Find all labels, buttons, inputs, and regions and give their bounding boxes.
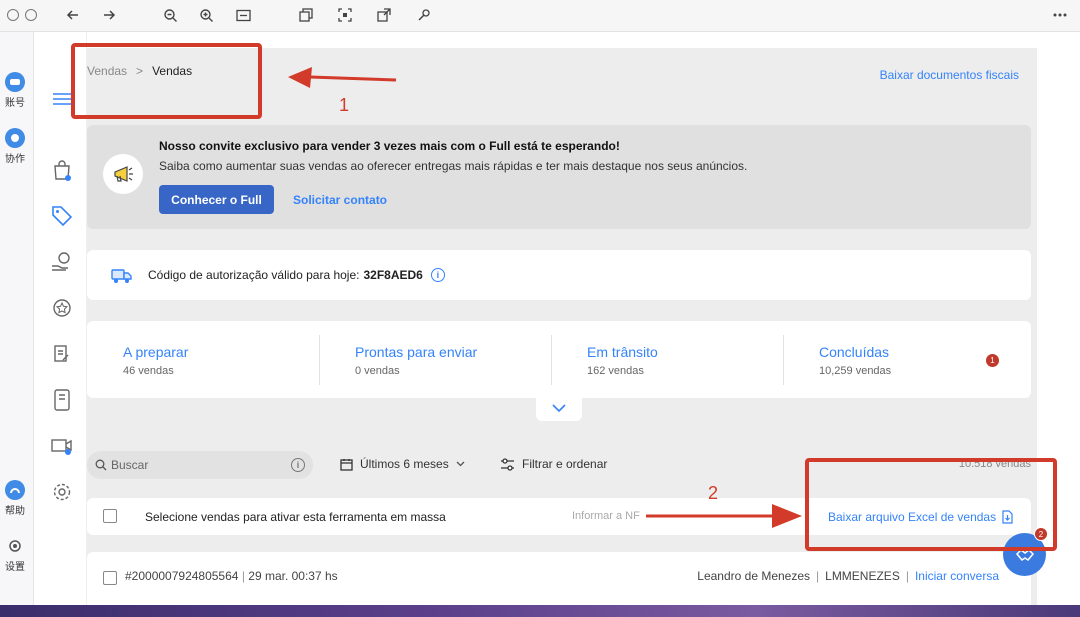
desktop-background-strip bbox=[0, 605, 1080, 617]
period-label: Últimos 6 meses bbox=[360, 457, 449, 471]
start-conversation-link[interactable]: Iniciar conversa bbox=[915, 569, 999, 583]
calendar-icon bbox=[340, 458, 353, 471]
separator: | bbox=[905, 569, 909, 583]
filter-label: Filtrar e ordenar bbox=[522, 457, 608, 471]
scan-icon[interactable] bbox=[335, 4, 355, 26]
select-all-checkbox[interactable] bbox=[103, 509, 117, 523]
order-date: 29 mar. 00:37 hs bbox=[248, 569, 338, 583]
stat-concluidas[interactable]: Concluídas 10,259 vendas 1 bbox=[783, 321, 1015, 398]
order-id: #2000007924805564 bbox=[125, 569, 239, 583]
order-checkbox[interactable] bbox=[103, 571, 117, 585]
document-edit-icon[interactable] bbox=[51, 343, 73, 365]
download-fiscal-docs-link[interactable]: Baixar documentos fiscais bbox=[880, 68, 1019, 82]
receipt-icon[interactable] bbox=[51, 389, 73, 411]
buyer-nickname: LMMENEZES bbox=[825, 569, 900, 583]
sidebar-item-label: 协作 bbox=[5, 154, 25, 165]
window-minimize-dot[interactable] bbox=[25, 9, 37, 21]
annotation-arrow-1 bbox=[288, 67, 397, 88]
collaboration-icon bbox=[5, 128, 25, 148]
order-row[interactable]: #2000007924805564 | 29 mar. 00:37 hs Lea… bbox=[87, 552, 1031, 605]
solicitar-contato-link[interactable]: Solicitar contato bbox=[293, 193, 387, 207]
back-arrow-icon[interactable] bbox=[63, 4, 83, 26]
authorization-code: 32F8AED6 bbox=[363, 268, 423, 282]
informar-nf-button[interactable]: Informar a NF bbox=[572, 510, 640, 522]
money-hand-icon[interactable] bbox=[51, 251, 73, 273]
promo-banner: Nosso convite exclusivo para vender 3 ve… bbox=[87, 125, 1031, 229]
order-buyer-info: Leandro de Menezes | LMMENEZES | Iniciar… bbox=[697, 569, 999, 583]
help-icon bbox=[5, 480, 25, 500]
stat-title: Prontas para enviar bbox=[355, 344, 478, 360]
authorization-card: Código de autorização válido para hoje: … bbox=[87, 250, 1031, 300]
sidebar-item-settings[interactable]: 设置 bbox=[0, 536, 30, 573]
gear-icon[interactable] bbox=[51, 481, 73, 503]
stat-title: Em trânsito bbox=[587, 344, 658, 360]
chevron-down-icon bbox=[552, 404, 566, 412]
settings-icon bbox=[5, 536, 25, 556]
stat-title: Concluídas bbox=[819, 344, 890, 360]
fit-screen-icon[interactable] bbox=[233, 4, 253, 26]
more-options-icon[interactable] bbox=[1050, 4, 1070, 26]
annotation-box-1 bbox=[71, 43, 262, 119]
forward-arrow-icon[interactable] bbox=[99, 4, 119, 26]
search-box: i bbox=[87, 451, 313, 479]
stat-title: A preparar bbox=[123, 344, 189, 360]
stat-count: 10,259 vendas bbox=[819, 365, 892, 377]
order-id-line: #2000007924805564 | 29 mar. 00:37 hs bbox=[125, 569, 338, 583]
external-window-icon[interactable] bbox=[374, 4, 394, 26]
top-toolbar bbox=[0, 0, 1080, 32]
promo-title: Nosso convite exclusivo para vender 3 ve… bbox=[159, 139, 620, 153]
buyer-name: Leandro de Menezes bbox=[697, 569, 811, 583]
window-close-dot[interactable] bbox=[7, 9, 19, 21]
megaphone-icon bbox=[103, 154, 143, 194]
authorization-label: Código de autorização válido para hoje: bbox=[148, 268, 360, 282]
search-icon bbox=[95, 459, 107, 471]
expand-chevron-button[interactable] bbox=[536, 395, 582, 421]
chevron-down-icon bbox=[456, 461, 465, 467]
app-sidebar: 账号 协作 帮助 设置 bbox=[0, 32, 34, 605]
copy-icon[interactable] bbox=[296, 4, 316, 26]
conhecer-full-button[interactable]: Conhecer o Full bbox=[159, 185, 274, 214]
stat-count: 162 vendas bbox=[587, 365, 644, 377]
sales-status-bar: A preparar 46 vendas Prontas para enviar… bbox=[87, 321, 1031, 398]
annotation-number-1: 1 bbox=[339, 95, 350, 115]
account-icon bbox=[5, 72, 25, 92]
stat-count: 0 vendas bbox=[355, 365, 400, 377]
star-badge-icon[interactable] bbox=[51, 297, 73, 319]
filter-sort-button[interactable]: Filtrar e ordenar bbox=[500, 457, 607, 471]
stat-prontas-para-enviar[interactable]: Prontas para enviar 0 vendas bbox=[319, 321, 551, 398]
notification-badge: 1 bbox=[986, 354, 999, 367]
shopping-bag-icon[interactable] bbox=[51, 159, 73, 181]
period-dropdown[interactable]: Últimos 6 meses bbox=[340, 457, 465, 471]
search-input[interactable] bbox=[111, 456, 281, 474]
sidebar-item-label: 帮助 bbox=[5, 506, 25, 517]
sidebar-item-label: 账号 bbox=[5, 98, 25, 109]
zoom-out-icon[interactable] bbox=[160, 4, 180, 26]
annotation-arrow-2 bbox=[646, 504, 802, 528]
sliders-icon bbox=[501, 457, 514, 471]
video-icon[interactable] bbox=[51, 435, 73, 457]
sidebar-item-label: 设置 bbox=[5, 562, 25, 573]
sidebar-item-help[interactable]: 帮助 bbox=[0, 480, 30, 517]
hamburger-menu-icon[interactable] bbox=[51, 88, 73, 110]
authorization-text: Código de autorização válido para hoje: … bbox=[148, 268, 445, 282]
annotation-box-2 bbox=[805, 458, 1057, 551]
truck-icon bbox=[111, 265, 133, 285]
stat-count: 46 vendas bbox=[123, 365, 174, 377]
promo-description: Saiba como aumentar suas vendas ao ofere… bbox=[159, 159, 748, 173]
sidebar-item-account[interactable]: 账号 bbox=[0, 72, 30, 109]
zoom-in-icon[interactable] bbox=[196, 4, 216, 26]
search-info-icon[interactable]: i bbox=[291, 458, 305, 472]
info-icon[interactable]: i bbox=[430, 268, 445, 282]
sidebar-item-collaboration[interactable]: 协作 bbox=[0, 128, 30, 165]
price-tag-icon[interactable] bbox=[51, 205, 73, 227]
annotation-number-2: 2 bbox=[708, 483, 719, 503]
stat-em-transito[interactable]: Em trânsito 162 vendas bbox=[551, 321, 783, 398]
pin-icon[interactable] bbox=[414, 4, 434, 26]
stat-a-preparar[interactable]: A preparar 46 vendas bbox=[87, 321, 319, 398]
bulk-actions-text: Selecione vendas para ativar esta ferram… bbox=[145, 510, 446, 524]
separator: | bbox=[816, 569, 820, 583]
